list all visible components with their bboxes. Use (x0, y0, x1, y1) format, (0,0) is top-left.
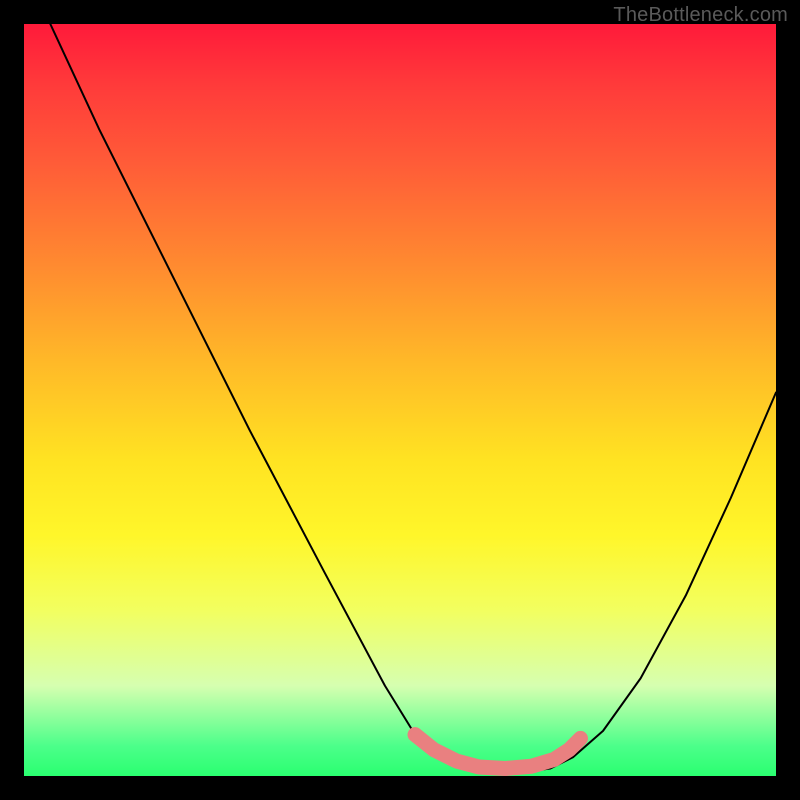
series-highlight (415, 735, 580, 769)
chart-svg (24, 24, 776, 776)
chart-frame: TheBottleneck.com (0, 0, 800, 800)
watermark-text: TheBottleneck.com (613, 4, 788, 27)
series-curve (50, 24, 776, 772)
plot-area (24, 24, 776, 776)
